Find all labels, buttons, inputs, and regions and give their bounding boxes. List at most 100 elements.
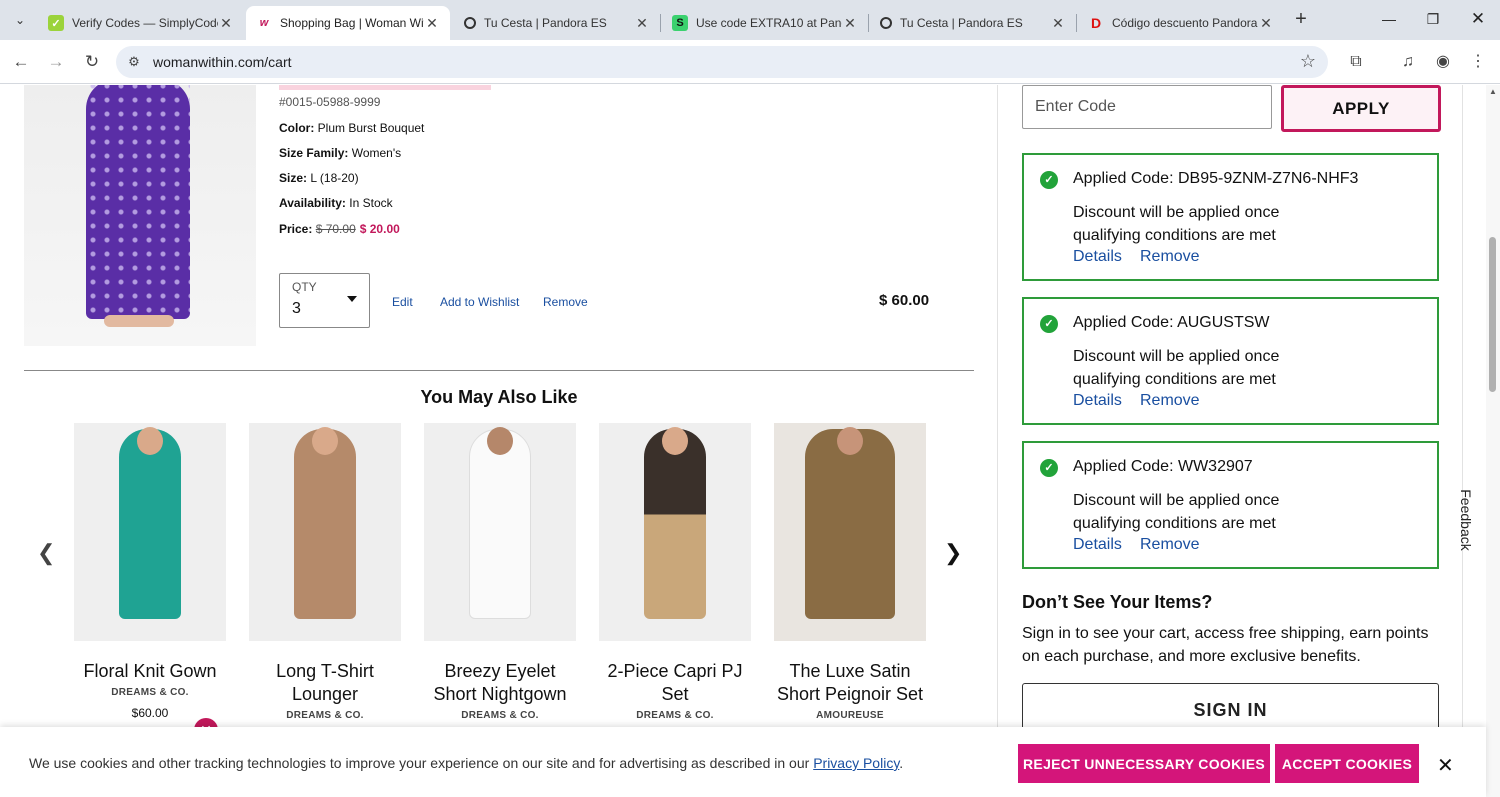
profile-icon[interactable]: ◉ bbox=[1431, 50, 1455, 74]
garment-shape bbox=[805, 429, 895, 619]
apply-code-button[interactable]: APPLY bbox=[1281, 85, 1441, 132]
feet-shape bbox=[104, 315, 174, 327]
model-head bbox=[662, 427, 688, 455]
media-control-icon[interactable]: ♫ bbox=[1396, 50, 1420, 74]
tab-1[interactable]: w Shopping Bag | Woman Within ✕ bbox=[246, 6, 450, 40]
tab-5[interactable]: D Código descuento Pandora ✕ bbox=[1078, 6, 1284, 40]
model-head bbox=[137, 427, 163, 455]
promo-code-input[interactable] bbox=[1023, 86, 1271, 128]
page: #0015-05988-9999 Color: Plum Burst Bouqu… bbox=[0, 85, 1500, 797]
product-image[interactable] bbox=[24, 85, 256, 346]
garment-shape bbox=[469, 429, 531, 619]
product-card[interactable]: Breezy Eyelet Short Nightgown DREAMS & C… bbox=[424, 423, 576, 721]
close-tab-icon[interactable]: ✕ bbox=[424, 15, 440, 32]
tab-separator bbox=[868, 14, 869, 32]
check-circle-icon: ✓ bbox=[1040, 459, 1058, 477]
menu-kebab-icon[interactable]: ⋮ bbox=[1466, 50, 1490, 74]
applied-code-card: ✓ Applied Code: DB95-9ZNM-Z7N6-NHF3 Disc… bbox=[1022, 153, 1439, 281]
product-card-brand: DREAMS & CO. bbox=[286, 710, 364, 721]
restore-icon[interactable]: ❐ bbox=[1421, 8, 1445, 32]
new-tab-icon[interactable]: + bbox=[1289, 8, 1313, 32]
product-card-image[interactable] bbox=[774, 423, 926, 641]
extensions-icon[interactable]: ⧉ bbox=[1344, 50, 1368, 74]
product-price: Price: $ 70.00 $ 20.00 bbox=[279, 222, 400, 236]
tab-4[interactable]: Tu Cesta | Pandora ES ✕ bbox=[870, 6, 1076, 40]
product-card-name[interactable]: Breezy Eyelet Short Nightgown bbox=[424, 660, 576, 706]
tab-0[interactable]: ✓ Verify Codes — SimplyCodes ✕ bbox=[38, 6, 244, 40]
edit-link[interactable]: Edit bbox=[392, 295, 413, 309]
product-card-image[interactable] bbox=[424, 423, 576, 641]
tab-2[interactable]: Tu Cesta | Pandora ES ✕ bbox=[454, 6, 660, 40]
garment-shape bbox=[644, 429, 706, 619]
tab-title: Código descuento Pandora bbox=[1112, 16, 1258, 30]
code-details-link[interactable]: Details bbox=[1073, 248, 1122, 266]
code-details-link[interactable]: Details bbox=[1073, 536, 1122, 554]
privacy-policy-link[interactable]: Privacy Policy bbox=[813, 755, 899, 771]
close-window-icon[interactable]: ✕ bbox=[1466, 8, 1490, 32]
code-details-link[interactable]: Details bbox=[1073, 392, 1122, 410]
site-info-icon[interactable]: ⚙ bbox=[124, 52, 144, 72]
applied-code-card: ✓ Applied Code: WW32907 Discount will be… bbox=[1022, 441, 1439, 569]
applied-code-message: Discount will be applied once qualifying… bbox=[1073, 492, 1280, 532]
product-card[interactable]: Floral Knit Gown DREAMS & CO. $60.00 bbox=[74, 423, 226, 720]
feedback-label: Feedback bbox=[1458, 489, 1474, 551]
code-remove-link[interactable]: Remove bbox=[1140, 392, 1200, 410]
product-card-name[interactable]: The Luxe Satin Short Peignoir Set bbox=[774, 660, 926, 706]
product-card[interactable]: The Luxe Satin Short Peignoir Set AMOURE… bbox=[774, 423, 926, 721]
product-size: Size: L (18-20) bbox=[279, 171, 359, 185]
tab-separator bbox=[1076, 14, 1077, 32]
back-icon[interactable]: ← bbox=[9, 50, 33, 74]
reject-cookies-button[interactable]: REJECT UNNECESSARY COOKIES bbox=[1018, 744, 1270, 783]
page-scrollbar[interactable]: ▲ bbox=[1486, 85, 1500, 797]
quantity-select[interactable]: QTY 3 bbox=[279, 273, 370, 328]
tab-separator bbox=[660, 14, 661, 32]
product-card-image[interactable] bbox=[74, 423, 226, 641]
code-remove-link[interactable]: Remove bbox=[1140, 536, 1200, 554]
close-tab-icon[interactable]: ✕ bbox=[634, 15, 650, 32]
product-card-brand: DREAMS & CO. bbox=[111, 687, 189, 698]
add-to-wishlist-link[interactable]: Add to Wishlist bbox=[440, 295, 519, 309]
close-tab-icon[interactable]: ✕ bbox=[218, 15, 234, 32]
url-text[interactable]: womanwithin.com/cart bbox=[153, 54, 292, 70]
signin-description: Sign in to see your cart, access free sh… bbox=[1022, 625, 1429, 665]
bookmark-star-icon[interactable]: ☆ bbox=[1300, 51, 1316, 72]
applied-code-title: Applied Code: WW32907 bbox=[1073, 458, 1253, 475]
product-card-brand: DREAMS & CO. bbox=[461, 710, 539, 721]
product-sku: #0015-05988-9999 bbox=[279, 95, 381, 109]
tab-title: Tu Cesta | Pandora ES bbox=[900, 16, 1023, 30]
scroll-up-icon[interactable]: ▲ bbox=[1489, 87, 1497, 96]
tab-3[interactable]: S Use code EXTRA10 at Pandora ✕ bbox=[662, 6, 868, 40]
tab-title: Use code EXTRA10 at Pandora bbox=[696, 16, 842, 30]
product-card-name[interactable]: 2-Piece Capri PJ Set bbox=[599, 660, 751, 706]
line-total: $ 60.00 bbox=[879, 292, 930, 309]
minimize-icon[interactable]: — bbox=[1377, 8, 1401, 32]
scrollbar-thumb[interactable] bbox=[1489, 237, 1496, 392]
close-tab-icon[interactable]: ✕ bbox=[1050, 15, 1066, 32]
product-card-image[interactable] bbox=[249, 423, 401, 641]
accept-cookies-button[interactable]: ACCEPT COOKIES bbox=[1275, 744, 1419, 783]
recommendations-heading: You May Also Like bbox=[420, 387, 578, 407]
product-card-name[interactable]: Long T-Shirt Lounger bbox=[249, 660, 401, 706]
promo-strip bbox=[279, 85, 491, 90]
remove-item-link[interactable]: Remove bbox=[543, 295, 588, 309]
product-card-name[interactable]: Floral Knit Gown bbox=[74, 660, 226, 683]
omnibox[interactable]: ⚙ womanwithin.com/cart ☆ bbox=[116, 46, 1328, 78]
product-card[interactable]: Long T-Shirt Lounger DREAMS & CO. bbox=[249, 423, 401, 721]
product-card-image[interactable] bbox=[599, 423, 751, 641]
sale-price: $ 20.00 bbox=[359, 222, 400, 236]
favicon-icon bbox=[464, 17, 476, 29]
close-icon[interactable]: ✕ bbox=[1437, 753, 1454, 778]
close-tab-icon[interactable]: ✕ bbox=[1258, 15, 1274, 32]
feedback-tab[interactable]: Feedback bbox=[1455, 478, 1477, 568]
promo-code-field[interactable] bbox=[1022, 85, 1272, 129]
close-tab-icon[interactable]: ✕ bbox=[842, 15, 858, 32]
divider bbox=[24, 370, 974, 371]
tab-search-icon[interactable]: ⌄ bbox=[8, 8, 32, 32]
carousel-prev-icon[interactable]: ❮ bbox=[37, 540, 55, 566]
reload-icon[interactable]: ↻ bbox=[80, 50, 104, 74]
code-remove-link[interactable]: Remove bbox=[1140, 248, 1200, 266]
garment-shape bbox=[294, 429, 356, 619]
product-card[interactable]: 2-Piece Capri PJ Set DREAMS & CO. bbox=[599, 423, 751, 721]
carousel-next-icon[interactable]: ❯ bbox=[944, 540, 962, 566]
forward-icon[interactable]: → bbox=[44, 50, 68, 74]
